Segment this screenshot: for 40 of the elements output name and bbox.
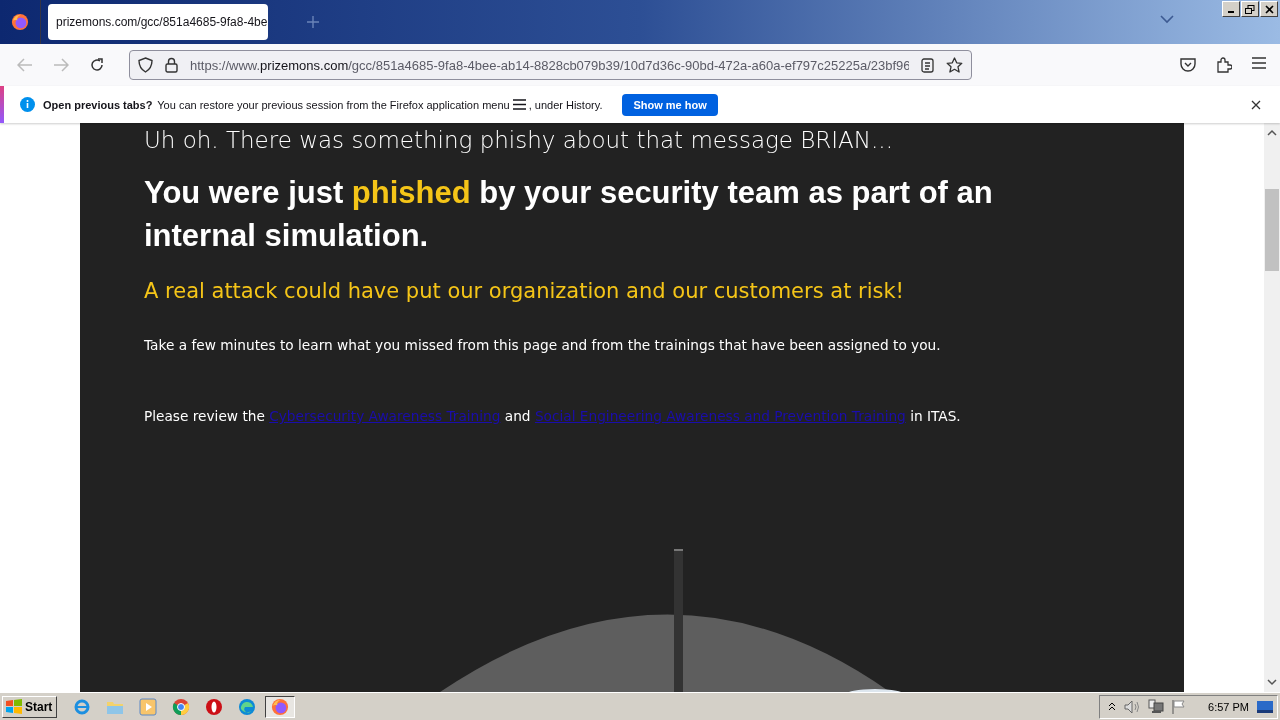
- speaker-icon[interactable]: [1124, 699, 1141, 714]
- reader-view-icon[interactable]: [921, 57, 934, 73]
- notification-message: , under History.: [528, 98, 603, 111]
- firefox-icon: [271, 697, 290, 716]
- show-desktop-icon[interactable]: [1257, 700, 1273, 713]
- instruction-text: Take a few minutes to learn what you missed from this page and from the trainings that have been assigned to you.: [144, 337, 942, 353]
- review-text: Please review the Cybersecurity Awareness Training and Social Engineering Awareness and Prevention Training in ITAS.: [144, 408, 962, 424]
- firefox-icon: [11, 13, 29, 31]
- chrome-icon: [172, 697, 191, 716]
- network-icon[interactable]: [1148, 699, 1165, 714]
- notification-message: Open previous tabs? You can restore your previous session from the Firefox application menu: [43, 98, 510, 111]
- info-icon: [20, 97, 35, 112]
- warning-text: A real attack could have put our organization and our customers at risk!: [144, 279, 906, 303]
- show-me-how-button[interactable]: Show me how: [622, 93, 718, 116]
- headline: You were just phished by your security team as part of an internal simulation.: [144, 174, 994, 255]
- minimize-icon[interactable]: [1222, 1, 1240, 17]
- internet-explorer-icon: [73, 697, 92, 716]
- shield-icon[interactable]: [138, 57, 153, 73]
- media-player-icon: [139, 697, 158, 716]
- windows-logo-icon: [5, 698, 23, 715]
- reload-icon[interactable]: [89, 57, 105, 73]
- lock-icon[interactable]: [165, 57, 178, 73]
- chevron-down-icon[interactable]: [1160, 14, 1174, 24]
- star-icon[interactable]: [946, 57, 963, 73]
- restore-icon[interactable]: [1241, 1, 1259, 17]
- browser-tab[interactable]: prizemons.com/gcc/851a4685-9fa8-4be: [48, 4, 268, 40]
- menu-icon: [512, 99, 526, 110]
- clock[interactable]: 6:57 PM: [1208, 700, 1249, 713]
- flag-icon[interactable]: [1172, 699, 1187, 714]
- start-button[interactable]: Start: [2, 695, 58, 718]
- edge-icon: [238, 697, 257, 716]
- close-icon[interactable]: [1251, 99, 1261, 110]
- scrollbar[interactable]: [1264, 123, 1280, 692]
- intro-text: Uh oh. There was something phishy about that message BRIAN...: [144, 127, 894, 153]
- opera-icon: [205, 697, 224, 716]
- puzzle-icon[interactable]: [1216, 57, 1232, 73]
- menu-icon[interactable]: [1252, 57, 1266, 69]
- taskbar-button[interactable]: [265, 695, 296, 718]
- pocket-icon[interactable]: [1180, 57, 1196, 72]
- chevron-up-icon[interactable]: [1108, 702, 1117, 711]
